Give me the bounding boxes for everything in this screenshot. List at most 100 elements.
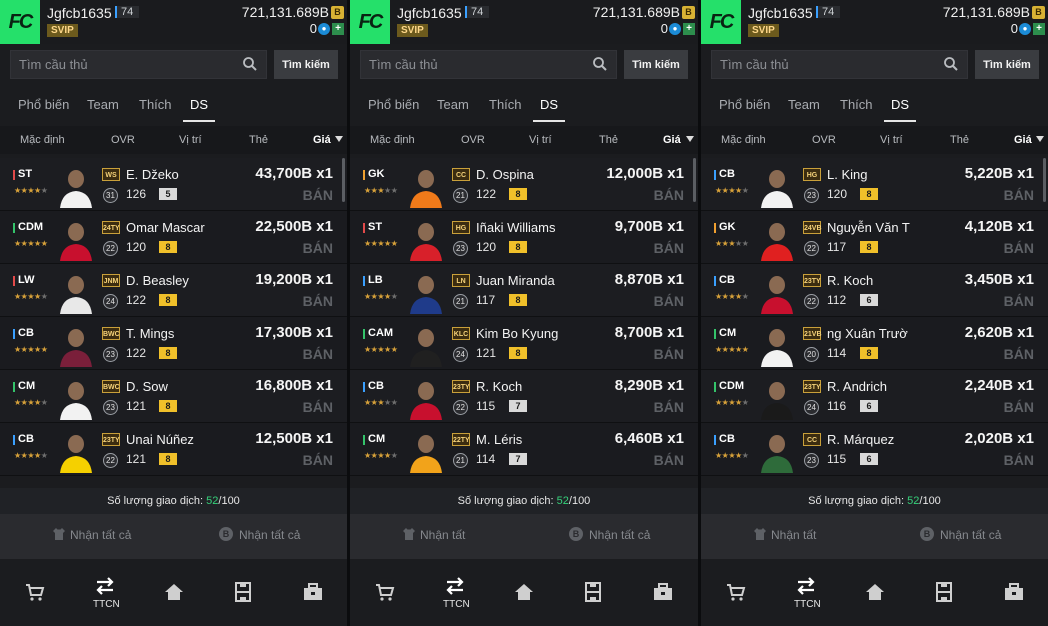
nav-label-market[interactable]: TTCN: [93, 599, 120, 610]
market-panel: FC Jgfcb1635 74 SVIP 721,131.689B B 0 ● …: [701, 0, 1048, 626]
listing-row[interactable]: CB ★★★★★ BWC 23 T. Mings 122 8 17,300B x…: [0, 317, 347, 370]
home-icon[interactable]: [864, 581, 886, 603]
star-icon: ★: [364, 451, 371, 460]
claim-all-items-button[interactable]: Nhận tất cả: [70, 528, 131, 542]
listing-row[interactable]: ST ★★★★★ WS 31 E. Džeko 126 5 43,700B x1…: [0, 158, 347, 211]
listing-row[interactable]: CDM ★★★★★ 23TY 24 R. Andrich 116 6 2,240…: [701, 370, 1048, 423]
inventory-bag-icon[interactable]: [1003, 581, 1025, 603]
search-input[interactable]: [11, 51, 236, 78]
player-ovr: 115: [827, 452, 847, 466]
shop-cart-icon[interactable]: [725, 581, 747, 603]
player-position: GK: [719, 221, 736, 233]
search-button[interactable]: Tìm kiếm: [274, 50, 338, 79]
squad-pitch-icon[interactable]: [232, 581, 254, 603]
search-button[interactable]: Tìm kiếm: [624, 50, 688, 79]
listing-row[interactable]: CM ★★★★★ 21VB 20 ng Xuân Trườ 114 8 2,62…: [701, 317, 1048, 370]
sort-position[interactable]: Vị trí: [179, 134, 202, 146]
position-color-bar: [714, 170, 716, 180]
bottom-nav: TTCN: [350, 558, 698, 626]
tab-team[interactable]: Team: [87, 97, 119, 112]
search-input[interactable]: [712, 51, 937, 78]
search-box: [711, 50, 968, 79]
home-icon[interactable]: [163, 581, 185, 603]
sort-default[interactable]: Mặc định: [20, 134, 65, 146]
tab-list[interactable]: DS: [190, 97, 208, 112]
sort-price[interactable]: Giá: [1014, 134, 1032, 146]
tab-popular[interactable]: Phổ biến: [368, 97, 419, 112]
tab-list[interactable]: DS: [540, 97, 558, 112]
claim-all-items-button[interactable]: Nhận tất: [771, 528, 816, 542]
sort-card[interactable]: Thẻ: [599, 134, 618, 146]
listing-row[interactable]: CDM ★★★★★ 24TY 22 Omar Mascar 120 8 22,5…: [0, 211, 347, 264]
tab-favorite[interactable]: Thích: [840, 97, 873, 112]
add-fc-button[interactable]: +: [332, 23, 344, 35]
sort-price[interactable]: Giá: [313, 134, 331, 146]
listing-row[interactable]: GK ★★★★★ CC 21 D. Ospina 122 8 12,000B x…: [350, 158, 698, 211]
search-button[interactable]: Tìm kiếm: [975, 50, 1039, 79]
sort-ovr[interactable]: OVR: [812, 134, 836, 146]
shop-cart-icon[interactable]: [374, 581, 396, 603]
fc-logo[interactable]: FC: [0, 0, 40, 44]
search-icon[interactable]: [592, 56, 608, 72]
listing-row[interactable]: CB ★★★★★ 23TY 22 Unai Núñez 121 8 12,500…: [0, 423, 347, 476]
squad-pitch-icon[interactable]: [933, 581, 955, 603]
sort-price[interactable]: Giá: [663, 134, 681, 146]
sort-desc-icon: [1036, 136, 1044, 142]
home-icon[interactable]: [513, 581, 535, 603]
tab-list[interactable]: DS: [891, 97, 909, 112]
listing-row[interactable]: GK ★★★★★ 24VB 22 Nguyễn Văn T 117 8 4,12…: [701, 211, 1048, 264]
player-ovr: 114: [827, 346, 847, 360]
tab-team[interactable]: Team: [788, 97, 820, 112]
list-scrollbar[interactable]: [1043, 158, 1046, 202]
nav-label-market[interactable]: TTCN: [794, 599, 821, 610]
list-scrollbar[interactable]: [693, 158, 696, 202]
fc-logo[interactable]: FC: [350, 0, 390, 44]
claim-all-items-button[interactable]: Nhận tất: [420, 528, 465, 542]
sort-default[interactable]: Mặc định: [370, 134, 415, 146]
squad-pitch-icon[interactable]: [582, 581, 604, 603]
sort-ovr[interactable]: OVR: [461, 134, 485, 146]
listing-row[interactable]: CB ★★★★★ 23TY 22 R. Koch 115 7 8,290B x1…: [350, 370, 698, 423]
listing-row[interactable]: CM ★★★★★ BWC 23 D. Sow 121 8 16,800B x1 …: [0, 370, 347, 423]
search-icon[interactable]: [242, 56, 258, 72]
search-input[interactable]: [361, 51, 586, 78]
transfer-market-icon[interactable]: [795, 575, 817, 597]
tab-favorite[interactable]: Thích: [489, 97, 522, 112]
list-scrollbar[interactable]: [342, 158, 345, 202]
add-fc-button[interactable]: +: [683, 23, 695, 35]
claim-all-coins-button[interactable]: Nhận tất cả: [239, 528, 300, 542]
player-avatar: [761, 329, 793, 367]
nav-label-market[interactable]: TTCN: [443, 599, 470, 610]
sort-position[interactable]: Vị trí: [529, 134, 552, 146]
search-icon[interactable]: [943, 56, 959, 72]
tab-popular[interactable]: Phổ biến: [18, 97, 69, 112]
shop-cart-icon[interactable]: [24, 581, 46, 603]
inventory-bag-icon[interactable]: [652, 581, 674, 603]
transfer-market-icon[interactable]: [444, 575, 466, 597]
sort-card[interactable]: Thẻ: [249, 134, 268, 146]
listing-row[interactable]: LB ★★★★★ LN 21 Juan Miranda 117 8 8,870B…: [350, 264, 698, 317]
sort-ovr[interactable]: OVR: [111, 134, 135, 146]
listing-row[interactable]: CM ★★★★★ 22TY 21 M. Léris 114 7 6,460B x…: [350, 423, 698, 476]
skill-stars: ★★★★★: [14, 292, 48, 301]
sort-default[interactable]: Mặc định: [721, 134, 766, 146]
tab-favorite[interactable]: Thích: [139, 97, 172, 112]
listing-row[interactable]: CB ★★★★★ 23TY 22 R. Koch 112 6 3,450B x1…: [701, 264, 1048, 317]
listing-row[interactable]: CB ★★★★★ CC 23 R. Márquez 115 6 2,020B x…: [701, 423, 1048, 476]
transfer-market-icon[interactable]: [94, 575, 116, 597]
add-fc-button[interactable]: +: [1033, 23, 1045, 35]
player-name: Iñaki Williams: [476, 220, 556, 235]
tab-popular[interactable]: Phổ biến: [719, 97, 770, 112]
username: Jgfcb1635: [748, 5, 813, 21]
claim-all-coins-button[interactable]: Nhận tất cả: [589, 528, 650, 542]
sort-position[interactable]: Vị trí: [880, 134, 903, 146]
fc-logo[interactable]: FC: [701, 0, 741, 44]
listing-row[interactable]: LW ★★★★★ JNM 24 D. Beasley 122 8 19,200B…: [0, 264, 347, 317]
inventory-bag-icon[interactable]: [302, 581, 324, 603]
tab-team[interactable]: Team: [437, 97, 469, 112]
listing-row[interactable]: CB ★★★★★ HG 23 L. King 120 8 5,220B x1 B…: [701, 158, 1048, 211]
listing-row[interactable]: CAM ★★★★★ KLC 24 Kim Bo Kyung 121 8 8,70…: [350, 317, 698, 370]
listing-row[interactable]: ST ★★★★★ HG 23 Iñaki Williams 120 8 9,70…: [350, 211, 698, 264]
claim-all-coins-button[interactable]: Nhận tất cả: [940, 528, 1001, 542]
sort-card[interactable]: Thẻ: [950, 134, 969, 146]
